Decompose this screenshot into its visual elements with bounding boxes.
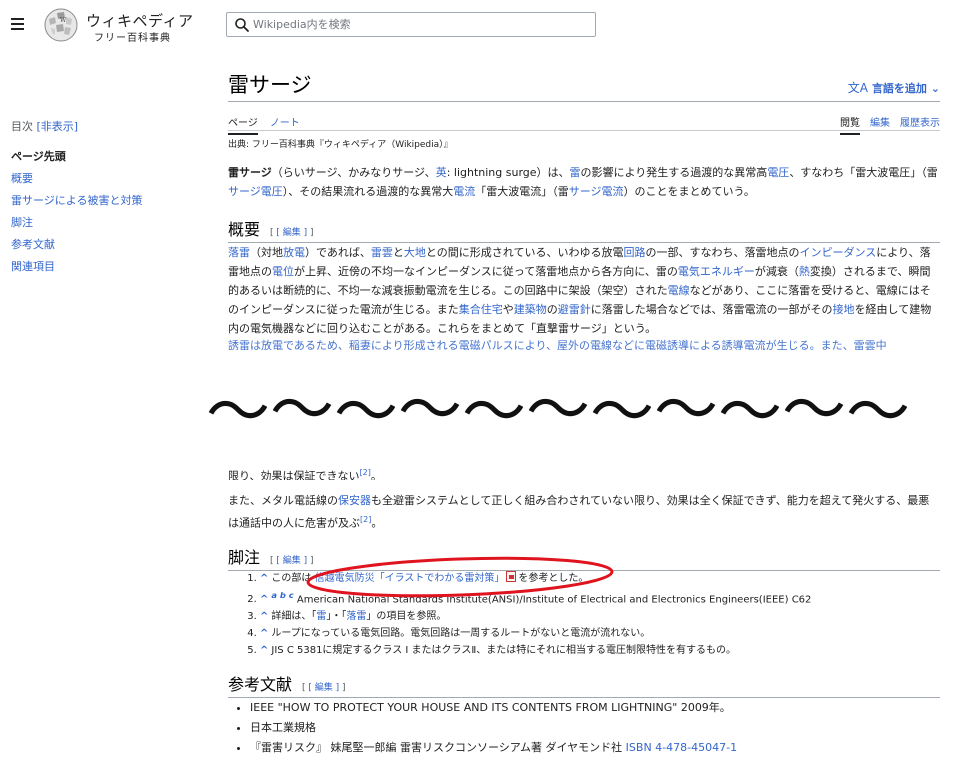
link-english[interactable]: 英 [436,166,447,179]
tilde-glyph: ～ [334,398,398,444]
search-input[interactable] [253,16,583,33]
backlink-caret-icon[interactable]: ^ [260,594,268,605]
toc-item-references[interactable]: 参考文献 [11,236,201,252]
backlinks-abc[interactable]: a b c [271,590,293,600]
wikipedia-globe-icon: W [44,8,78,42]
footnote-5: ^JIS C 5381に規定するクラス I またはクラスⅡ、または特にそれに相当… [260,642,944,659]
edit-section-link[interactable]: [ [ 編集 ] ] [270,556,314,566]
overview-paragraph: 落雷（対地放電）であれば、雷雲と大地との間に形成されている、いわゆる放電回路の一… [228,246,932,335]
title-divider [228,101,940,102]
backlink-caret-icon[interactable]: ^ [260,645,268,656]
edit-section-link[interactable]: [ [ 編集 ] ] [302,683,346,693]
link-current[interactable]: 電流 [453,185,475,198]
citation-2[interactable]: [2] [360,515,371,524]
toc-toggle-link[interactable]: [非表示] [37,120,79,133]
footnote-link-shinetsu[interactable]: 信越電気防災「イラストでわかる雷対策」 [315,573,505,584]
pdf-icon [506,571,517,582]
isbn-link[interactable]: ISBN 4-478-45047-1 [626,741,737,754]
link-voltage[interactable]: 電圧 [767,166,789,179]
toc-title: 目次 [11,120,33,133]
backlink-caret-icon[interactable]: ^ [260,573,268,584]
reference-1: IEEE "HOW TO PROTECT YOUR HOUSE AND ITS … [250,698,938,718]
svg-text:W: W [60,17,67,24]
add-languages-label: 言語を追加 [871,82,927,95]
tilde-glyph: ～ [526,398,590,444]
edit-section-link[interactable]: [ [ 編集 ] ] [270,228,314,238]
page-title: 雷サージ [228,73,312,97]
footnote-2: ^a b c American National Standards Insti… [260,587,944,608]
tilde-glyphs: ～～～～～～～～～～～ [206,398,910,444]
wavy-divider-annotation: ～～～～～～～～～～～ [206,398,910,444]
tilde-glyph: ～ [846,398,910,444]
footnote-3: ^詳細は、「雷」・「落雷」の項目を参照。 [260,608,944,625]
tilde-glyph: ～ [654,398,718,444]
citation-2[interactable]: [2] [360,468,371,477]
footnote-4: ^ループになっている電気回路。電気回路は一周するルートがないと電流が流れない。 [260,625,944,642]
tabs-divider [228,130,940,131]
link-surge-voltage[interactable]: サージ電圧 [228,185,283,198]
link-surge-current[interactable]: サージ電流 [569,185,624,198]
wikipedia-logo[interactable]: W ウィキペディア フリー百科事典 [42,5,194,47]
section-heading-overview: 概要[ [ 編集 ] ] [228,216,940,243]
toc-item-damage[interactable]: 雷サージによる被害と対策 [11,192,201,208]
search-box[interactable] [226,12,596,37]
tilde-glyph: ～ [782,398,846,444]
backlink-caret-icon[interactable]: ^ [260,611,268,622]
cut-off-text-line: 誘雷は放電であるため、稲妻により形成される電磁パルスにより、屋外の電線などに電磁… [228,339,887,350]
toc-item-top[interactable]: ページ先頭 [11,148,201,164]
namespace-tabs: ページ ノート [228,114,312,135]
table-of-contents: 目次 [非表示] ページ先頭 概要 雷サージによる被害と対策 脚注 参考文献 関… [11,118,201,280]
source-line: 出典: フリー百科事典『ウィキペディア（Wikipedia）』 [228,140,453,150]
phone-line-paragraph: また、メタル電話線の保安器も全避雷システムとして正しく組み合わされていない限り、… [228,494,930,530]
backlink-caret-icon[interactable]: ^ [260,628,268,639]
chevron-down-icon: ⌄ [930,82,940,95]
tab-read[interactable]: 閲覧 [840,114,860,135]
intro-term: 雷サージ [228,166,272,179]
language-icon: 文A [847,81,868,95]
tilde-glyph: ～ [270,398,334,444]
tilde-glyph: ～ [718,398,782,444]
tilde-glyph: ～ [398,398,462,444]
tab-page[interactable]: ページ [228,114,258,135]
wikipedia-wordmark: ウィキペディア [86,12,194,30]
tilde-glyph: ～ [206,398,270,444]
section-heading-references: 参考文献[ [ 編集 ] ] [228,671,940,698]
footnote-1: ^この部は 信越電気防災「イラストでわかる雷対策」を参考とした。 [260,570,944,587]
wikipedia-tagline: フリー百科事典 [94,33,171,44]
reference-3: 『雷害リスク』 妹尾堅一郎編 雷害リスクコンソーシアム著 ダイヤモンド社 ISB… [250,738,938,758]
references-list: IEEE "HOW TO PROTECT YOUR HOUSE AND ITS … [238,698,938,758]
toc-heading: 目次 [非表示] [11,118,201,134]
add-languages-button[interactable]: 文A 言語を追加 ⌄ [848,79,940,96]
intro-paragraph: 雷サージ（らいサージ、かみなりサージ、英: lightning surge）は、… [228,166,938,198]
partial-paragraph-line: 限り、効果は保証できない[2]。 [228,468,382,480]
link-thunder[interactable]: 雷 [570,166,581,179]
tilde-glyph: ～ [462,398,526,444]
reference-2: 日本工業規格 [250,718,938,738]
footnotes-list: ^この部は 信越電気防災「イラストでわかる雷対策」を参考とした。 ^a b c … [244,570,944,659]
section-heading-notes: 脚注[ [ 編集 ] ] [228,544,940,571]
view-tabs: 閲覧 編集 履歴表示 [830,114,940,135]
main-menu-button[interactable] [8,14,28,34]
hamburger-icon [11,18,24,20]
link-protector[interactable]: 保安器 [338,494,371,507]
toc-item-overview[interactable]: 概要 [11,170,201,186]
toc-item-notes[interactable]: 脚注 [11,214,201,230]
tilde-glyph: ～ [590,398,654,444]
toc-item-related[interactable]: 関連項目 [11,258,201,274]
search-icon [235,18,249,32]
